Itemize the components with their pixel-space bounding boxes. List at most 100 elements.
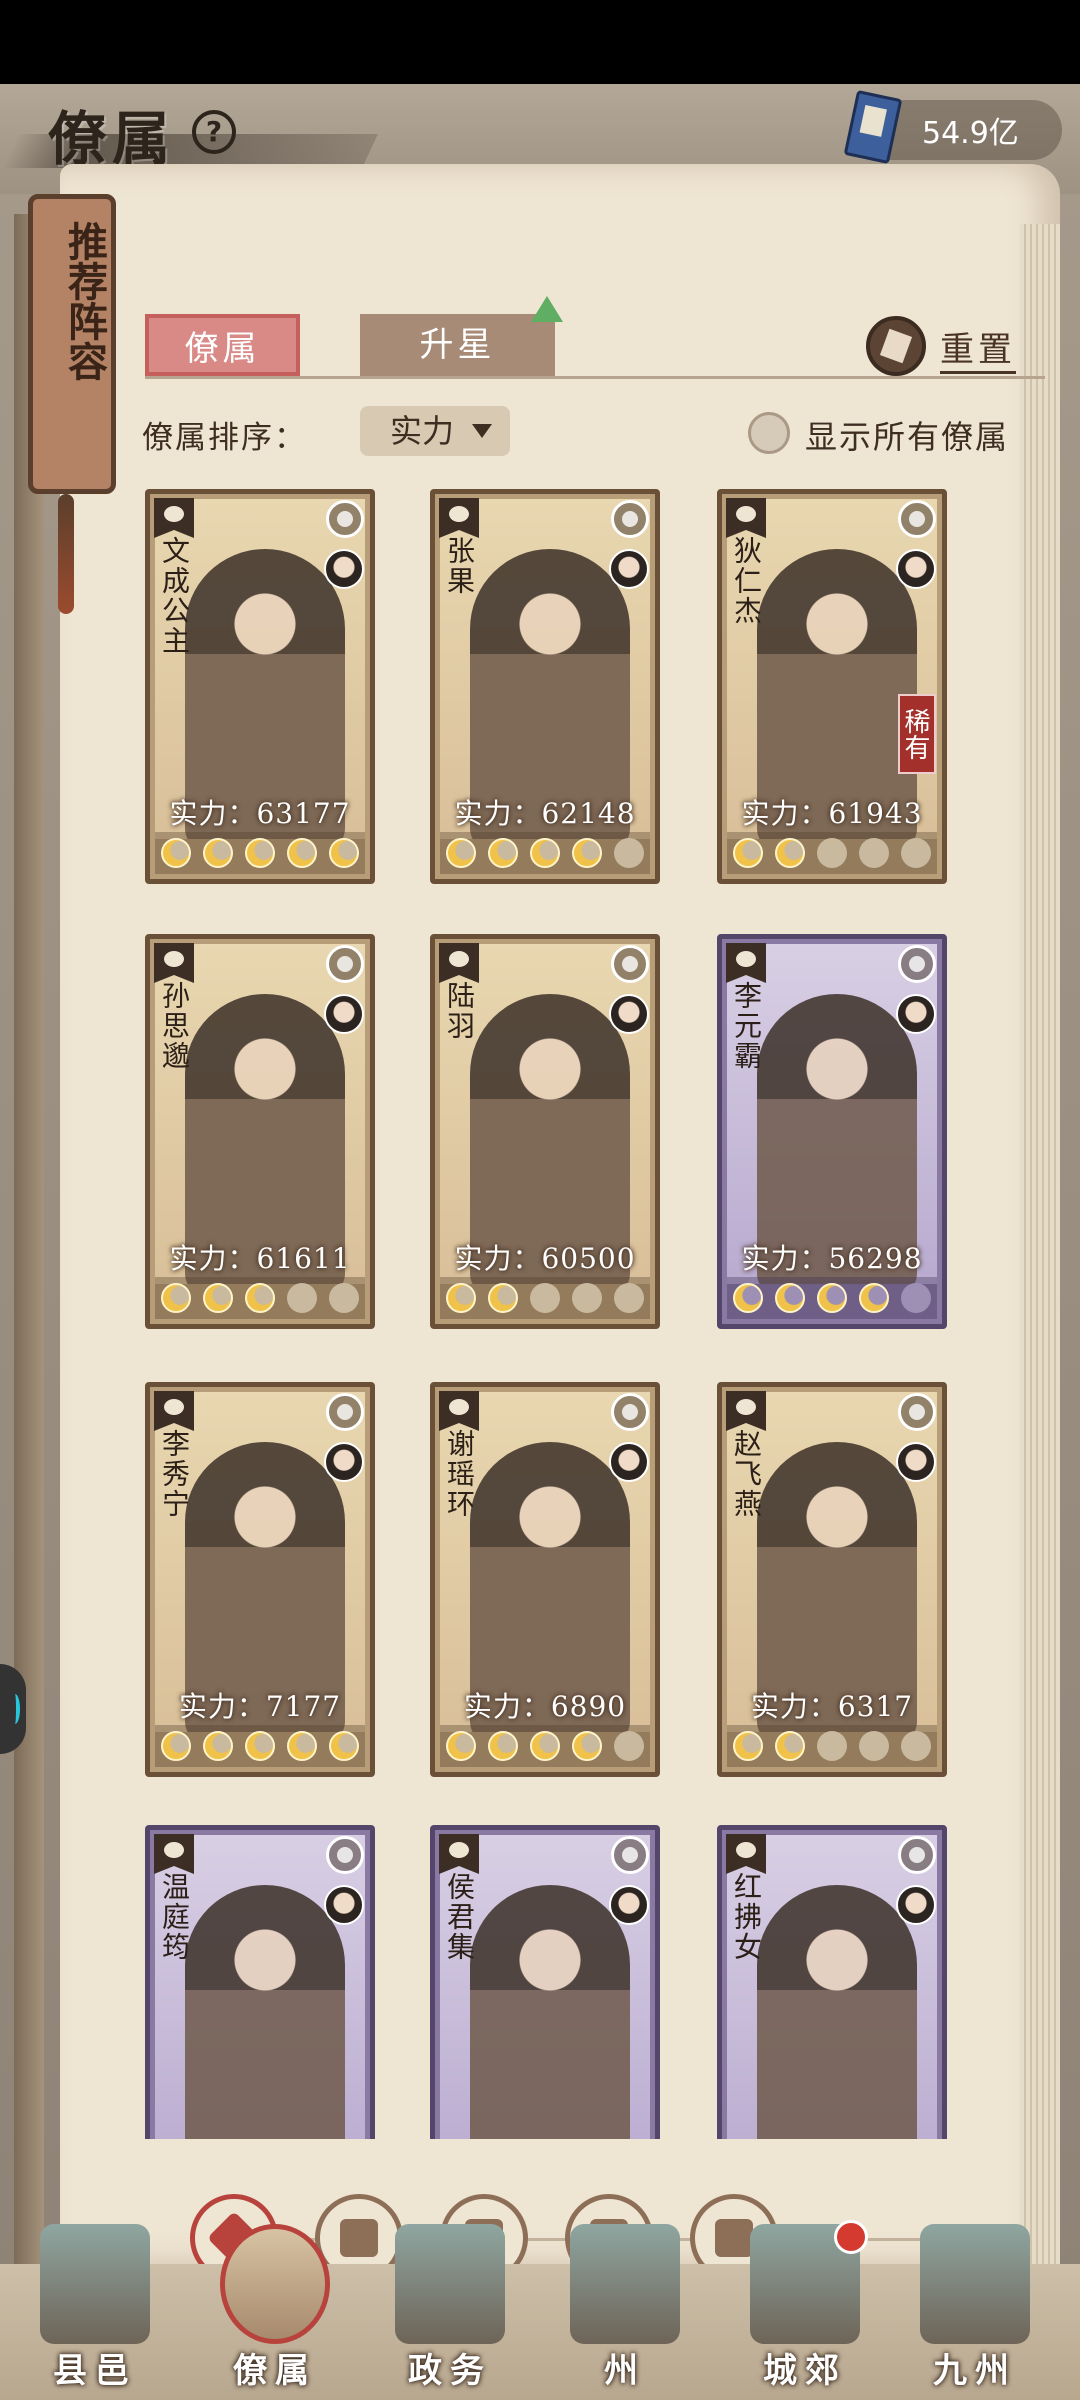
portrait-figure bbox=[757, 1885, 917, 2139]
moon-star-empty-icon bbox=[901, 1283, 931, 1313]
star-row bbox=[155, 832, 365, 874]
moon-star-empty-icon bbox=[901, 838, 931, 868]
currency-value: 54.9亿 bbox=[922, 116, 1019, 151]
nav-building-icon bbox=[40, 2224, 150, 2344]
retainer-card[interactable]: 赵飞燕 实力：6317 bbox=[717, 1382, 947, 1777]
moon-star-filled-icon bbox=[329, 838, 359, 868]
attribute-icon bbox=[611, 500, 649, 538]
moon-star-filled-icon bbox=[775, 1283, 805, 1313]
reset-button[interactable]: 重置 bbox=[940, 322, 1016, 374]
retainer-power: 实力：62148 bbox=[454, 797, 636, 830]
moon-star-empty-icon bbox=[817, 838, 847, 868]
moon-star-empty-icon bbox=[859, 838, 889, 868]
nav-item[interactable]: 僚属 bbox=[200, 2224, 350, 2400]
moon-star-filled-icon bbox=[203, 1283, 233, 1313]
nav-label: 政务 bbox=[408, 2351, 492, 2391]
star-row bbox=[727, 1725, 937, 1767]
attribute-icon bbox=[898, 1836, 936, 1874]
moon-star-empty-icon bbox=[901, 1731, 931, 1761]
star-row bbox=[440, 832, 650, 874]
moon-star-empty-icon bbox=[817, 1731, 847, 1761]
nav-item[interactable]: 九州 bbox=[900, 2224, 1050, 2400]
partner-avatar bbox=[324, 1885, 364, 1925]
retainer-card[interactable]: 文成公主 实力：63177 bbox=[145, 489, 375, 884]
currency-display[interactable]: 54.9亿 bbox=[843, 89, 1062, 165]
retainer-card[interactable]: 谢瑶环 实力：6890 bbox=[430, 1382, 660, 1777]
retainer-power: 实力：56298 bbox=[741, 1242, 923, 1275]
notification-dot bbox=[834, 2220, 868, 2254]
moon-star-filled-icon bbox=[203, 1731, 233, 1761]
rare-badge: 稀有 bbox=[898, 694, 936, 774]
moon-star-filled-icon bbox=[287, 1731, 317, 1761]
sort-dropdown[interactable]: 实力 bbox=[360, 406, 510, 456]
partner-avatar bbox=[609, 549, 649, 589]
moon-star-filled-icon bbox=[446, 1283, 476, 1313]
nav-building-icon bbox=[570, 2224, 680, 2344]
help-icon[interactable]: ? bbox=[192, 110, 236, 154]
book-spine bbox=[14, 214, 44, 2314]
upgrade-arrow-icon bbox=[531, 296, 563, 322]
retainer-card[interactable]: 侯君集 bbox=[430, 1825, 660, 2139]
retainer-card[interactable]: 红拂女 bbox=[717, 1825, 947, 2139]
moon-star-filled-icon bbox=[446, 838, 476, 868]
moon-star-empty-icon bbox=[614, 1283, 644, 1313]
star-row bbox=[155, 1725, 365, 1767]
retainer-power: 实力：7177 bbox=[178, 1690, 342, 1723]
moon-star-filled-icon bbox=[775, 838, 805, 868]
moon-star-filled-icon bbox=[488, 1283, 518, 1313]
side-drawer-handle[interactable] bbox=[0, 1664, 26, 1754]
moon-star-filled-icon bbox=[161, 838, 191, 868]
show-all-label[interactable]: 显示所有僚属 bbox=[805, 412, 1009, 458]
moon-star-empty-icon bbox=[287, 1283, 317, 1313]
retainer-name: 李元霸 bbox=[730, 981, 763, 1071]
nav-label: 州 bbox=[604, 2351, 646, 2391]
nav-building-icon bbox=[395, 2224, 505, 2344]
portrait-figure bbox=[185, 1885, 345, 2139]
moon-star-filled-icon bbox=[859, 1283, 889, 1313]
tab-star-up[interactable]: 升星 bbox=[360, 314, 555, 376]
partner-avatar bbox=[324, 994, 364, 1034]
portrait-figure bbox=[470, 1885, 630, 2139]
retainer-card[interactable]: 李秀宁实力：7177 bbox=[145, 1382, 375, 1777]
tab-retainers[interactable]: 僚属 bbox=[145, 314, 300, 376]
partner-avatar bbox=[324, 549, 364, 589]
nav-item[interactable]: 县邑 bbox=[20, 2224, 170, 2400]
moon-star-empty-icon bbox=[614, 838, 644, 868]
retainer-card[interactable]: 陆羽 实力：60500 bbox=[430, 934, 660, 1329]
retainer-card[interactable]: 张果 实力：62148 bbox=[430, 489, 660, 884]
retainer-name: 孙思邈 bbox=[158, 981, 191, 1071]
retainer-card[interactable]: 孙思邈 实力：61611 bbox=[145, 934, 375, 1329]
retainer-power: 实力：60500 bbox=[454, 1242, 636, 1275]
book-currency-icon bbox=[843, 89, 903, 165]
moon-star-filled-icon bbox=[733, 1283, 763, 1313]
retainer-name: 侯君集 bbox=[443, 1872, 476, 1962]
nav-label: 九州 bbox=[933, 2351, 1017, 2391]
tab-divider bbox=[145, 376, 1045, 379]
show-all-checkbox[interactable] bbox=[748, 412, 790, 454]
moon-star-empty-icon bbox=[572, 1283, 602, 1313]
attribute-icon bbox=[326, 500, 364, 538]
retainer-card[interactable]: 温庭筠 bbox=[145, 1825, 375, 2139]
moon-star-filled-icon bbox=[287, 838, 317, 868]
retainer-card[interactable]: 李元霸实力：56298 bbox=[717, 934, 947, 1329]
moon-star-empty-icon bbox=[859, 1731, 889, 1761]
nav-item[interactable]: 州 bbox=[550, 2224, 700, 2400]
retainer-card[interactable]: 狄仁杰稀有实力：61943 bbox=[717, 489, 947, 884]
partner-avatar bbox=[609, 1442, 649, 1482]
reset-icon[interactable] bbox=[866, 316, 926, 376]
retainer-name: 李秀宁 bbox=[158, 1429, 191, 1519]
nav-item[interactable]: 政务 bbox=[375, 2224, 525, 2400]
moon-star-filled-icon bbox=[488, 838, 518, 868]
recommend-lineup-button[interactable]: 推荐阵容 bbox=[28, 194, 116, 494]
retainer-power: 实力：61943 bbox=[741, 797, 923, 830]
retainer-name: 红拂女 bbox=[730, 1872, 763, 1962]
nav-building-icon bbox=[220, 2224, 330, 2344]
nav-item[interactable]: 城郊 bbox=[730, 2220, 880, 2400]
star-row bbox=[440, 1725, 650, 1767]
star-row bbox=[155, 1277, 365, 1319]
nav-label: 县邑 bbox=[53, 2351, 137, 2391]
nav-label: 城郊 bbox=[763, 2351, 847, 2391]
retainer-name: 温庭筠 bbox=[158, 1872, 191, 1962]
attribute-icon bbox=[326, 945, 364, 983]
retainer-name: 狄仁杰 bbox=[730, 536, 763, 626]
